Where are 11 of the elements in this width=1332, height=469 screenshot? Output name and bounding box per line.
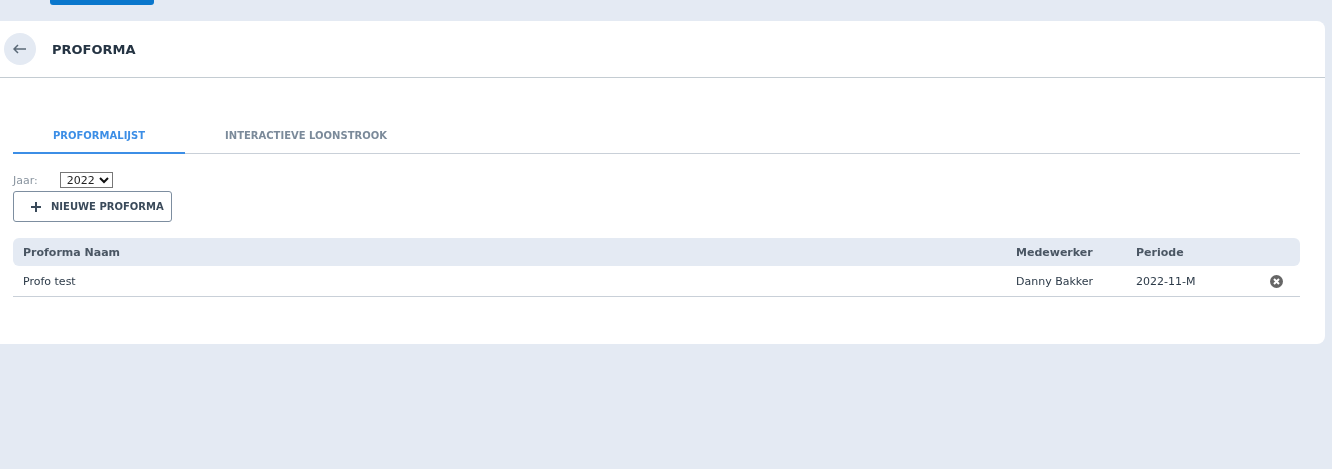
year-label: Jaar: bbox=[13, 173, 38, 187]
new-proforma-button[interactable]: NIEUWE PROFORMA bbox=[13, 191, 172, 222]
page-title: PROFORMA bbox=[52, 41, 136, 57]
column-header: Proforma Naam bbox=[13, 238, 1006, 266]
year-select[interactable]: 2022 bbox=[59, 172, 113, 188]
column-header: Periode bbox=[1126, 238, 1260, 266]
column-header: Medewerker bbox=[1006, 238, 1126, 266]
tab[interactable]: INTERACTIEVE LOONSTROOK bbox=[185, 118, 427, 154]
table-cell: 2022-11-M bbox=[1136, 274, 1196, 288]
table-cell: Profo test bbox=[23, 274, 76, 288]
table-cell: Danny Bakker bbox=[1016, 274, 1094, 288]
